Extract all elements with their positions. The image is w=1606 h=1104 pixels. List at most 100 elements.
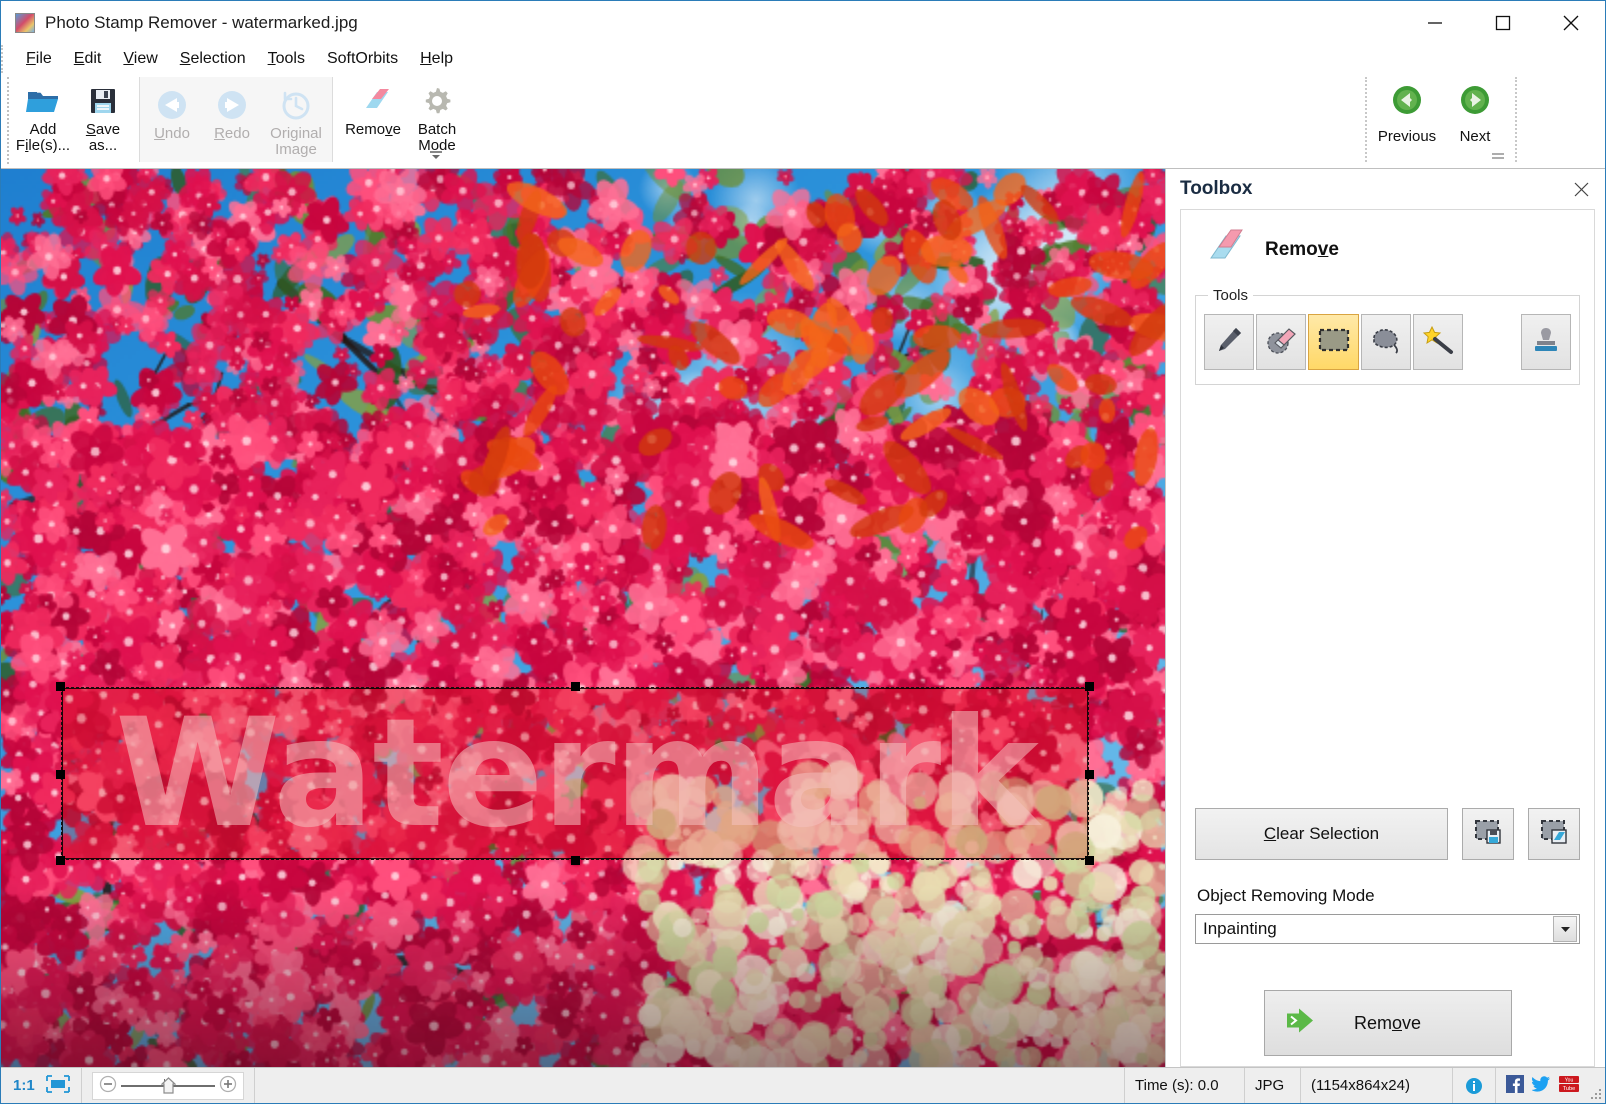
load-selection-button[interactable] [1528,808,1580,860]
resize-grip[interactable] [1589,1068,1605,1103]
toolbar-group-actions: Remove Batch Mode [337,73,469,168]
save-as-button[interactable]: Save as... [73,77,133,159]
original-image-button[interactable]: Original Image [262,81,330,163]
add-files-button[interactable]: Add File(s)... [13,77,73,159]
toolbar: Add File(s)... Save as... Undo Redo Orig… [1,73,1605,169]
selection-handle-top-left[interactable] [56,682,65,691]
add-files-icon [25,83,61,119]
fit-to-window-icon[interactable] [45,1074,71,1098]
toolbar-overflow-icon-left[interactable] [429,148,443,160]
stamp-icon [1531,325,1561,360]
toolbar-group-file: Add File(s)... Save as... [11,73,135,168]
toolbox-header: Toolbox [1166,169,1605,209]
close-button[interactable] [1537,1,1605,45]
menu-tools[interactable]: Tools [257,48,316,70]
rectangle-select-tool-button[interactable] [1308,314,1359,370]
eraser-tool-button[interactable] [1256,314,1307,370]
status-bar: 1:1 Time (s): 0.0 JPG (1154x864x24) You … [1,1067,1605,1103]
toolbox-panel: Toolbox Remove Tools C lear Selection Ob… [1165,169,1605,1067]
selection-handle-bottom-left[interactable] [56,856,65,865]
zoom-home-icon[interactable] [160,1076,177,1099]
next-button[interactable]: Next [1441,77,1509,145]
original-image-label: Original Image [270,126,322,158]
youtube-icon[interactable]: You Tube [1559,1075,1579,1097]
eraser-icon [355,83,391,119]
info-icon [1466,1077,1482,1094]
add-files-label: Add File(s)... [16,122,70,154]
add-files-line1: Add [29,121,57,138]
menu-file[interactable]: FFileile [15,48,63,70]
menu-help[interactable]: Help [409,48,464,70]
menu-selection[interactable]: Selection [169,48,257,70]
selection-handle-top-center[interactable] [571,682,580,691]
toolbar-overflow-icon-right[interactable] [1491,150,1505,162]
object-removing-mode-select[interactable]: Inpainting [1195,914,1580,944]
zoom-slider-track[interactable] [120,1076,215,1095]
remove-toolbar-label: Remove [345,121,401,138]
zoom-out-icon[interactable] [99,1075,117,1097]
save-as-label: Save as... [85,121,121,154]
object-removing-mode-label: Object Removing Mode [1197,886,1375,905]
minimize-button[interactable] [1401,1,1469,45]
twitter-icon[interactable] [1531,1075,1551,1097]
photo-image [1,169,1165,1067]
redo-button[interactable]: Redo [202,81,262,163]
toolbox-mode-title: Remove [1265,238,1339,260]
remove-toolbar-button[interactable]: Remove [339,77,407,159]
pencil-icon [1214,325,1244,360]
selection-handle-top-right[interactable] [1085,682,1094,691]
maximize-button[interactable] [1469,1,1537,45]
selection-actions: Clear Selection [1195,808,1580,860]
zoom-ratio-button[interactable]: 1:1 [13,1077,35,1094]
menu-softorbits[interactable]: SoftOrbits [316,48,409,70]
previous-circle-icon [1392,85,1422,120]
zoom-in-icon[interactable] [219,1075,237,1097]
zoom-slider[interactable] [91,1071,244,1100]
green-arrow-icon [1283,1008,1319,1039]
save-selection-button[interactable] [1462,808,1514,860]
marker-tool-button[interactable] [1204,314,1255,370]
zoom-slider-cell [82,1068,255,1103]
info-button[interactable] [1453,1068,1496,1103]
menu-edit[interactable]: Edit [63,48,113,70]
status-format: JPG [1245,1068,1301,1103]
application-window: Photo Stamp Remover - watermarked.jpg FF… [0,0,1606,1104]
remove-button[interactable]: Remove [1263,990,1512,1056]
menu-view[interactable]: View [112,48,168,70]
load-selection-icon [1539,818,1569,851]
batch-mode-line1: Batch [417,121,457,138]
toolbox-close-icon[interactable] [1567,175,1595,203]
clear-selection-button[interactable]: Clear Selection [1195,808,1448,860]
window-title: Photo Stamp Remover - watermarked.jpg [45,13,358,32]
chevron-down-icon[interactable] [1553,916,1577,942]
clock-history-icon [279,87,313,123]
magic-wand-tool-button[interactable] [1412,314,1464,370]
app-photo-icon [15,13,35,33]
undo-button[interactable]: Undo [142,81,202,163]
selection-handle-middle-right[interactable] [1085,769,1094,779]
stamp-tool-button[interactable] [1520,314,1571,370]
image-canvas[interactable]: Watermark [1,169,1165,1067]
selection-rectangle[interactable] [56,682,1094,865]
facebook-icon[interactable] [1506,1074,1524,1097]
selection-handle-bottom-right[interactable] [1085,856,1094,865]
toolbar-group-history: Undo Redo Original Image [139,77,333,162]
eraser-stamp-icon [1265,325,1297,360]
redo-label: Redo [214,125,250,142]
selection-handle-bottom-center[interactable] [571,856,580,865]
original-image-line2: Image [275,140,317,158]
previous-label: Previous [1377,128,1437,145]
batch-mode-button[interactable]: Batch Mode [407,77,467,159]
selection-handle-middle-left[interactable] [56,769,65,779]
save-selection-icon [1473,818,1503,851]
window-controls [1401,1,1605,45]
main-area: Watermark Toolbox Remove Tools C lear Se… [1,169,1605,1067]
next-label: Next [1459,128,1491,145]
tools-row [1204,314,1571,370]
undo-arrow-icon [155,87,189,123]
toolbox-mode-eraser-icon [1199,228,1243,271]
lasso-tool-button[interactable] [1360,314,1411,370]
previous-button[interactable]: Previous [1373,77,1441,145]
tools-group: Tools [1195,287,1580,385]
gear-icon [421,83,453,119]
